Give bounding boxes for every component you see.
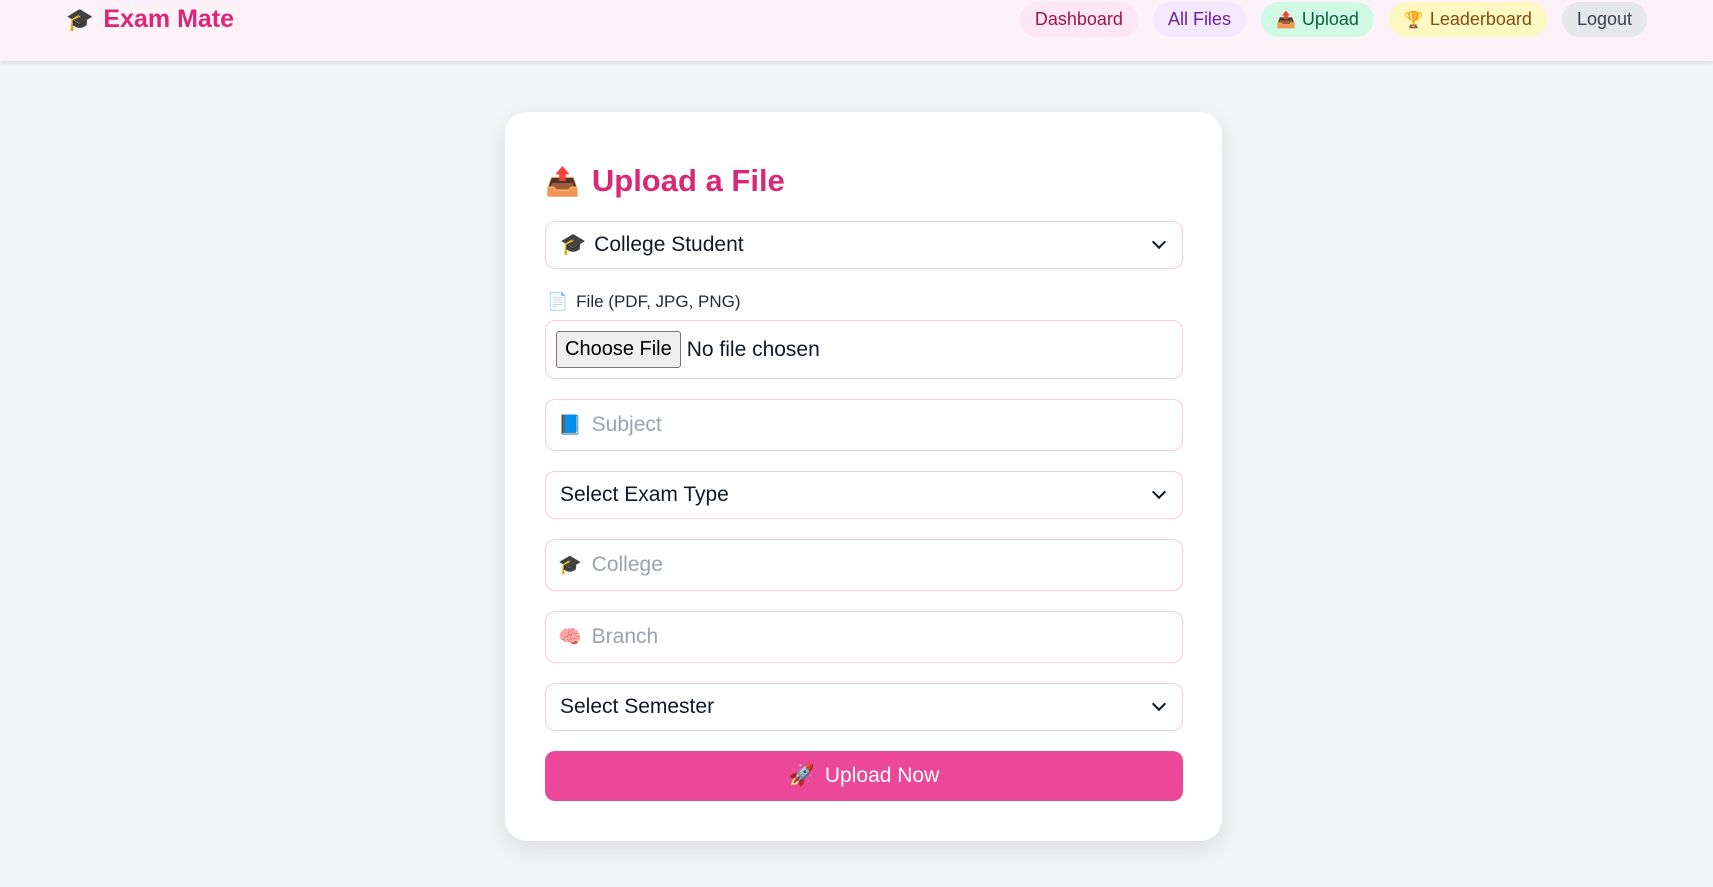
rocket-icon: 🚀 <box>788 764 815 787</box>
logout-label: Logout <box>1576 9 1632 29</box>
college-field[interactable]: 🎓 <box>545 539 1183 591</box>
chevron-down-icon <box>1151 696 1167 712</box>
chevron-down-icon <box>1151 484 1167 500</box>
chevron-down-icon <box>1151 234 1167 250</box>
nav-links: Dashboard All Files 📤 Upload 🏆 Leaderboa… <box>1019 2 1647 37</box>
role-select-value: 🎓 College Student <box>560 233 744 257</box>
upload-form-card: 📤 Upload a File 🎓 College Student 📄 File… <box>505 112 1222 841</box>
brain-icon: 🧠 <box>558 627 582 648</box>
brand[interactable]: 🎓 Exam Mate <box>66 5 234 34</box>
graduation-cap-icon: 🎓 <box>560 233 587 256</box>
trophy-icon: 🏆 <box>1403 11 1424 29</box>
nav-upload-button[interactable]: 📤 Upload <box>1260 2 1374 37</box>
file-status: No file chosen <box>686 337 820 361</box>
nav-upload-label: Upload <box>1301 9 1359 29</box>
subject-input[interactable] <box>591 413 1170 437</box>
outbox-tray-icon: 📤 <box>1275 11 1296 29</box>
semester-select-text: Select Semester <box>560 695 715 718</box>
subject-field[interactable]: 📘 <box>545 399 1183 451</box>
branch-input[interactable] <box>591 625 1170 649</box>
brand-title: Exam Mate <box>103 5 235 33</box>
college-input[interactable] <box>591 553 1170 577</box>
nav-dashboard-button[interactable]: Dashboard <box>1019 2 1138 37</box>
file-field-label-text: File (PDF, JPG, PNG) <box>576 292 741 311</box>
nav-all-files-button[interactable]: All Files <box>1152 2 1246 37</box>
file-field-label: 📄 File (PDF, JPG, PNG) <box>547 292 741 312</box>
nav-leaderboard-label: Leaderboard <box>1429 9 1532 29</box>
nav-dashboard-label: Dashboard <box>1034 9 1123 29</box>
role-select-text: College Student <box>594 233 744 256</box>
nav-leaderboard-button[interactable]: 🏆 Leaderboard <box>1388 2 1547 37</box>
logout-button[interactable]: Logout <box>1561 2 1647 37</box>
outbox-tray-icon: 📤 <box>545 165 580 197</box>
nav-all-files-label: All Files <box>1167 9 1231 29</box>
role-select[interactable]: 🎓 College Student <box>545 221 1183 269</box>
file-input[interactable]: Choose File No file chosen <box>545 320 1183 379</box>
upload-now-label: Upload Now <box>824 764 940 787</box>
exam-type-select[interactable]: Select Exam Type <box>545 471 1183 519</box>
graduation-cap-icon: 🎓 <box>66 6 94 32</box>
branch-field[interactable]: 🧠 <box>545 611 1183 663</box>
graduation-cap-icon: 🎓 <box>558 555 582 576</box>
choose-file-button[interactable]: Choose File <box>556 331 681 368</box>
page-title: 📤 Upload a File <box>545 158 1182 204</box>
page-title-text: Upload a File <box>591 163 785 198</box>
exam-type-select-text: Select Exam Type <box>560 483 729 506</box>
blue-book-icon: 📘 <box>558 415 582 436</box>
top-nav-bar: 🎓 Exam Mate Dashboard All Files 📤 Upload… <box>0 0 1713 61</box>
document-icon: 📄 <box>547 292 569 311</box>
upload-now-button[interactable]: 🚀 Upload Now <box>545 751 1183 801</box>
semester-select[interactable]: Select Semester <box>545 683 1183 731</box>
